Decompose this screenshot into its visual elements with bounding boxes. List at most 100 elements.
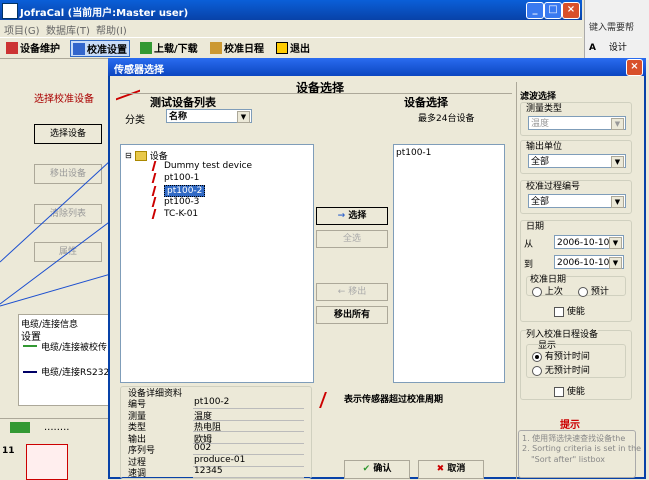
enable-label: 使能 — [566, 307, 585, 317]
measure-type-select[interactable]: 温度 ▼ — [528, 116, 626, 130]
tree-item-label: pt100-3 — [164, 197, 200, 207]
expected-radio[interactable]: 预计 — [578, 284, 609, 297]
arrow-left-icon: ← — [337, 287, 346, 297]
checkbox-icon — [554, 386, 564, 397]
detail-value: 欧姆 — [193, 432, 304, 445]
tree-item-label: Dummy test device — [164, 161, 253, 171]
select-button[interactable]: → 选择 — [316, 207, 388, 225]
category-select[interactable]: 名称 ▼ — [166, 109, 252, 123]
procedure-label: 校准过程编号 — [526, 182, 581, 192]
measure-type-value: 温度 — [531, 119, 550, 129]
detail-row: 测量 温度 — [128, 409, 304, 422]
tree-item-selected[interactable]: pt100-2 — [151, 185, 206, 197]
measure-type-label: 测量类型 — [526, 104, 563, 114]
radio-icon — [532, 286, 542, 297]
sensor-icon — [151, 197, 163, 207]
date-label: 日期 — [526, 222, 545, 232]
detail-row: 类型 热电阻 — [128, 420, 304, 433]
enable-label-2: 使能 — [566, 387, 585, 397]
detail-value: pt100-2 — [193, 397, 304, 409]
tree-item[interactable]: Dummy test device — [151, 161, 253, 171]
chevron-down-icon: ▼ — [611, 156, 624, 168]
select-button-label: 选择 — [348, 211, 367, 221]
dialog-close-button[interactable]: × — [626, 59, 643, 76]
test-equipment-tree[interactable]: ⊟ 设备 Dummy test device pt100-1 pt100-2 p… — [120, 144, 314, 383]
schedule-label: 列入校准日程设备 — [526, 327, 599, 340]
device-select-subtitle: 最多24台设备 — [418, 114, 475, 124]
tree-item-label: TC-K-01 — [164, 209, 199, 219]
sensor-icon — [151, 209, 163, 219]
ok-button-label: 确认 — [373, 464, 392, 474]
category-label: 分类 — [125, 115, 145, 126]
tips-box: 1. 使用筛选快速查找设备the 2. Sorting criteria is … — [518, 430, 641, 478]
detail-value: 12345 — [193, 466, 304, 478]
output-unit-select[interactable]: 全部 ▼ — [528, 154, 626, 168]
chevron-down-icon: ▼ — [237, 111, 250, 123]
detail-row: 序列号 002 — [128, 443, 304, 456]
from-label: 从 — [524, 240, 534, 250]
category-select-value: 名称 — [169, 112, 188, 122]
checkmark-icon: ✔ — [362, 464, 371, 474]
chevron-down-icon: ▼ — [611, 118, 624, 130]
selected-device-list[interactable]: pt100-1 — [393, 144, 505, 383]
arrow-line — [0, 149, 123, 263]
tree-item-label: pt100-2 — [164, 185, 206, 197]
tree-item-label: pt100-1 — [164, 173, 200, 183]
no-expected-label: 无预计时间 — [544, 366, 590, 376]
list-item[interactable]: pt100-1 — [396, 148, 431, 158]
tip-line: 2. Sorting criteria is set in the — [522, 444, 642, 453]
tips-title: 提示 — [560, 420, 580, 431]
detail-row: 过程 produce-01 — [128, 455, 304, 468]
remove-button-label: 移出 — [348, 287, 367, 297]
test-list-title: 测试设备列表 — [150, 96, 216, 109]
last-radio-label: 上次 — [544, 287, 563, 297]
tree-item[interactable]: TC-K-01 — [151, 209, 199, 219]
from-date-picker[interactable]: 2006-10-10 ▼ — [554, 235, 624, 249]
overdue-note: 表示传感器超过校准周期 — [344, 395, 444, 405]
cancel-button[interactable]: ✖ 取消 — [418, 460, 484, 479]
expected-radio-label: 预计 — [590, 287, 609, 297]
detail-value: 温度 — [193, 409, 304, 422]
tree-item[interactable]: pt100-1 — [151, 173, 200, 183]
sensor-icon — [151, 161, 163, 171]
radio-icon — [532, 365, 542, 376]
radio-icon — [578, 286, 588, 297]
remove-all-button[interactable]: 移出所有 — [316, 306, 388, 324]
detail-value: produce-01 — [193, 455, 304, 467]
chevron-down-icon: ▼ — [609, 257, 622, 269]
arrow-right-icon: → — [337, 211, 346, 221]
tree-item[interactable]: pt100-3 — [151, 197, 200, 207]
checkbox-icon — [554, 306, 564, 317]
remove-button[interactable]: ← 移出 — [316, 283, 388, 301]
detail-value: 002 — [193, 443, 304, 455]
has-expected-radio[interactable]: 有预计时间 — [532, 349, 590, 362]
detail-row: 输出 欧姆 — [128, 432, 304, 445]
ok-button[interactable]: ✔ 确认 — [344, 460, 410, 479]
cross-icon: ✖ — [436, 464, 445, 474]
sensor-icon — [151, 173, 163, 183]
chevron-down-icon: ▼ — [611, 196, 624, 208]
sensor-icon — [151, 186, 163, 196]
to-label: 到 — [524, 260, 534, 270]
procedure-value: 全部 — [531, 197, 550, 207]
to-date-value: 2006-10-10 — [557, 258, 610, 268]
collapse-icon: ⊟ — [125, 151, 132, 160]
filter-divider — [516, 82, 517, 479]
detail-key: 速调 — [128, 469, 147, 479]
select-all-button[interactable]: 全选 — [316, 230, 388, 248]
folder-icon — [134, 150, 147, 161]
detail-value: 热电阻 — [193, 420, 304, 433]
no-expected-radio[interactable]: 无预计时间 — [532, 363, 590, 376]
tip-line: 1. 使用筛选快速查找设备the — [522, 434, 626, 443]
detail-row: 编号 pt100-2 — [128, 397, 304, 410]
last-radio[interactable]: 上次 — [532, 284, 563, 297]
from-date-value: 2006-10-10 — [557, 238, 610, 248]
procedure-select[interactable]: 全部 ▼ — [528, 194, 626, 208]
enable-checkbox[interactable]: 使能 — [554, 304, 585, 317]
enable-checkbox-2[interactable]: 使能 — [554, 384, 585, 397]
detail-row: 速调 12345 — [128, 466, 304, 479]
has-expected-label: 有预计时间 — [544, 352, 590, 362]
dialog-titlebar: 传感器选择 × — [108, 58, 646, 76]
to-date-picker[interactable]: 2006-10-10 ▼ — [554, 255, 624, 269]
radio-checked-icon — [532, 351, 542, 362]
